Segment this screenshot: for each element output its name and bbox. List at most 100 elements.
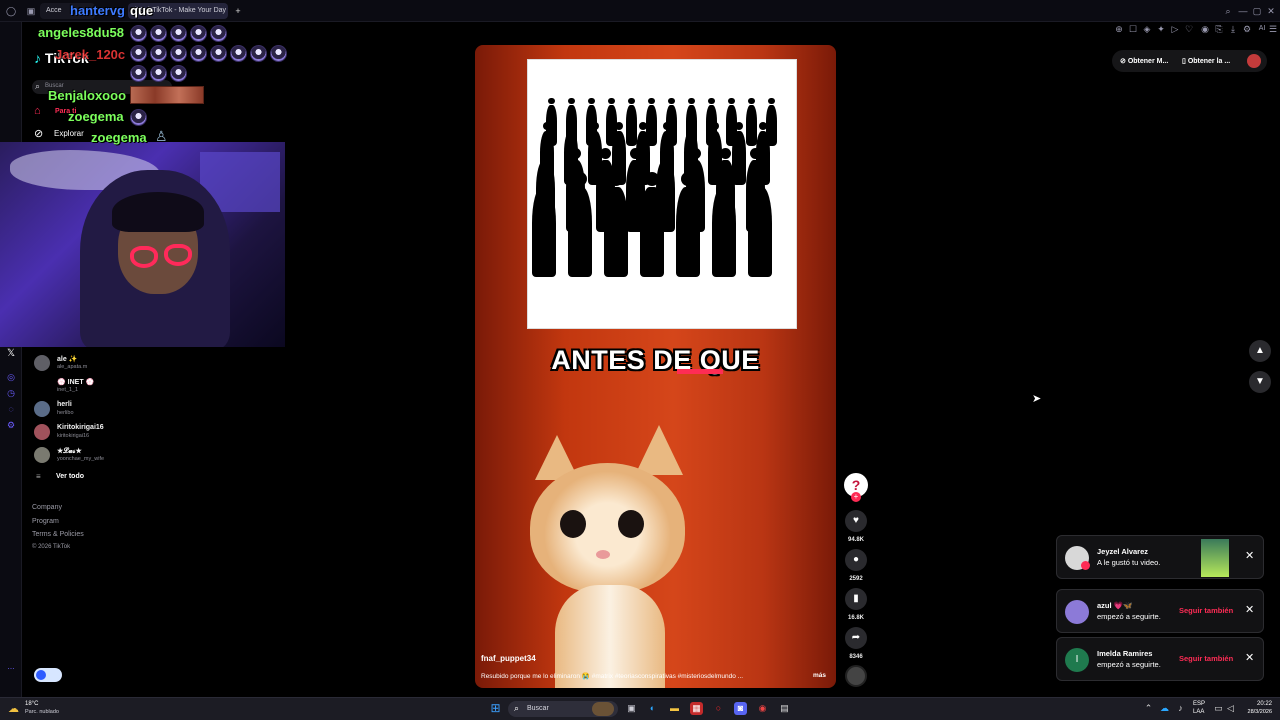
heart-icon[interactable]: ♡ bbox=[1184, 24, 1194, 34]
get-app-button[interactable]: ▯ Obtener la ... bbox=[1182, 57, 1230, 65]
notification-text: A le gustó tu video. bbox=[1097, 558, 1161, 567]
shield-icon[interactable]: ◈ bbox=[1142, 24, 1152, 34]
x-twitter-icon[interactable]: 𝕏 bbox=[6, 349, 16, 359]
like-button[interactable]: ♥ bbox=[845, 510, 867, 532]
follow-plus-icon[interactable]: + bbox=[851, 492, 861, 502]
person-body bbox=[640, 187, 664, 277]
person-head bbox=[628, 98, 635, 105]
see-all-label: Ver todo bbox=[56, 473, 85, 480]
tray-chevron-icon[interactable]: ⌃ bbox=[1142, 702, 1155, 715]
edge-icon[interactable]: ◐ bbox=[646, 702, 659, 715]
obs-icon[interactable]: ◉ bbox=[756, 702, 769, 715]
video-description: Resubido porque me lo eliminaron 😭 #matr… bbox=[481, 673, 744, 680]
menu-icon[interactable]: ☰ bbox=[1268, 24, 1278, 34]
emote-icon bbox=[130, 25, 147, 42]
close-notification-icon[interactable]: ✕ bbox=[1245, 549, 1254, 562]
file-explorer-icon[interactable]: ▬ bbox=[668, 702, 681, 715]
task-view-icon[interactable]: ▣ bbox=[625, 702, 638, 715]
weather-icon[interactable]: ☁ bbox=[8, 702, 19, 715]
onedrive-icon[interactable]: ☁ bbox=[1158, 702, 1171, 715]
play-icon[interactable]: ▷ bbox=[1170, 24, 1180, 34]
emote-icon bbox=[190, 25, 207, 42]
following-item[interactable]: 💮 INET 💮 inet_1_1 bbox=[34, 376, 234, 398]
sidebar-history-icon[interactable]: ◷ bbox=[6, 388, 16, 398]
follow-back-button[interactable]: Seguir también bbox=[1179, 654, 1233, 663]
notification-like[interactable]: Jeyzel Alvarez A le gustó tu video. ✕ bbox=[1056, 535, 1264, 579]
video-more-link[interactable]: más bbox=[813, 672, 826, 679]
search-tabs-icon[interactable]: ⌕ bbox=[1223, 6, 1233, 16]
discord-icon[interactable]: ◙ bbox=[734, 702, 747, 715]
video-author[interactable]: fnaf_puppet34 bbox=[481, 654, 536, 663]
video-player[interactable]: ANTES DE QUE fnaf_puppet34 Resubido porq… bbox=[475, 45, 836, 688]
person-body bbox=[568, 187, 592, 277]
emote-icon bbox=[150, 25, 167, 42]
person-head bbox=[615, 122, 624, 131]
maximize-icon[interactable]: ▢ bbox=[1252, 6, 1262, 16]
footer-program[interactable]: Program bbox=[32, 518, 59, 525]
close-notification-icon[interactable]: ✕ bbox=[1245, 603, 1254, 616]
coin-icon: ⊘ bbox=[1120, 58, 1126, 65]
person-head bbox=[708, 98, 715, 105]
person-body bbox=[604, 187, 628, 277]
comment-button[interactable]: ● bbox=[845, 549, 867, 571]
following-item[interactable]: ale ✨ ale_apata.m bbox=[34, 353, 234, 375]
follow-back-button[interactable]: Seguir también bbox=[1179, 606, 1233, 615]
mic-icon[interactable]: ♪ bbox=[1174, 702, 1187, 715]
bookmark-icon[interactable]: ☐ bbox=[1128, 24, 1138, 34]
notification-follow[interactable]: azul 💗🦋 empezó a seguirte. Seguir tambié… bbox=[1056, 589, 1264, 633]
close-window-icon[interactable]: ✕ bbox=[1266, 6, 1276, 16]
sidebar-settings-icon[interactable]: ⚙ bbox=[6, 420, 16, 430]
avatar bbox=[34, 378, 50, 394]
share-icon: ➦ bbox=[851, 632, 861, 643]
opera-icon[interactable]: ○ bbox=[712, 702, 725, 715]
emote-icon bbox=[270, 45, 287, 62]
language-label[interactable]: ESP bbox=[1193, 701, 1205, 707]
avatar bbox=[34, 424, 50, 440]
footer-company[interactable]: Company bbox=[32, 504, 62, 511]
screenshot-icon[interactable]: ⎘ bbox=[1214, 24, 1224, 34]
emote-icon bbox=[170, 65, 187, 82]
taskbar-search-label: Buscar bbox=[527, 705, 549, 712]
app-icon[interactable]: ▤ bbox=[778, 702, 791, 715]
cat-head bbox=[530, 463, 685, 593]
sidebar-messenger-icon[interactable]: ◌ bbox=[6, 404, 16, 414]
pin-icon[interactable]: ⊕ bbox=[1114, 24, 1124, 34]
clock-time[interactable]: 20:22 bbox=[1242, 701, 1272, 707]
notification-follow[interactable]: I Imelda Ramires empezó a seguirte. Segu… bbox=[1056, 637, 1264, 681]
cat-eye-right bbox=[618, 510, 644, 538]
following-handle: inet_1_1 bbox=[57, 387, 79, 393]
sidebar-app-icon[interactable]: ◎ bbox=[6, 372, 16, 382]
profile-avatar[interactable] bbox=[1247, 54, 1261, 68]
start-icon[interactable]: ⊞ bbox=[489, 702, 502, 715]
chat-icon[interactable]: ◉ bbox=[1200, 24, 1210, 34]
following-item[interactable]: ★𝓛𝓾𝓼★ yoonchae_my_wife bbox=[34, 445, 234, 467]
taskbar-search[interactable]: ⌕ Buscar bbox=[508, 701, 618, 717]
see-all-link[interactable]: ≡ Ver todo bbox=[36, 472, 116, 484]
emote-icon bbox=[150, 65, 167, 82]
get-coins-button[interactable]: ⊘ Obtener M... bbox=[1120, 57, 1168, 65]
save-button[interactable]: ▮ bbox=[845, 588, 867, 610]
video-thumbnail[interactable] bbox=[1201, 539, 1229, 577]
music-disc-icon[interactable] bbox=[845, 665, 867, 687]
following-name: Kiritokirigai16 bbox=[57, 424, 104, 431]
person-head bbox=[588, 98, 595, 105]
next-video-button[interactable]: ▼ bbox=[1249, 371, 1271, 393]
like-badge-icon bbox=[1081, 561, 1090, 570]
sidebar-extra-icon[interactable]: ⋯ bbox=[6, 665, 16, 675]
extension-icon[interactable]: ✦ bbox=[1156, 24, 1166, 34]
download-icon[interactable]: ⤓ bbox=[1228, 24, 1238, 34]
close-notification-icon[interactable]: ✕ bbox=[1245, 651, 1254, 664]
following-item[interactable]: Kiritokirigai16 kiritokirigai16 bbox=[34, 422, 234, 444]
minimize-icon[interactable]: — bbox=[1238, 6, 1248, 16]
settings-icon[interactable]: ⚙ bbox=[1242, 24, 1252, 34]
avatar bbox=[34, 355, 50, 371]
calendar-app-icon[interactable]: ▦ bbox=[690, 702, 703, 715]
footer-terms[interactable]: Terms & Policies bbox=[32, 531, 84, 538]
stream-chat-overlay: hantervg que angeles8du58 Jarek_120c Ben… bbox=[0, 0, 300, 150]
toggle-switch[interactable] bbox=[34, 668, 62, 682]
share-button[interactable]: ➦ bbox=[845, 627, 867, 649]
toggle-knob bbox=[36, 670, 46, 680]
heart-glasses-left bbox=[130, 246, 158, 268]
following-item[interactable]: herli herlibo bbox=[34, 399, 234, 421]
previous-video-button[interactable]: ▲ bbox=[1249, 340, 1271, 362]
